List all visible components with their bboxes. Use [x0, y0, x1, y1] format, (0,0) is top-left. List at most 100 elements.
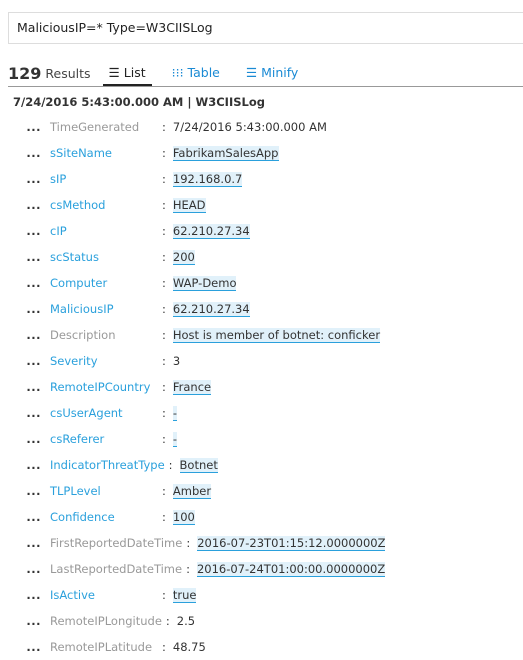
- more-options-icon[interactable]: ...: [0, 120, 50, 134]
- field-name[interactable]: csMethod: [50, 198, 158, 212]
- more-options-icon[interactable]: ...: [0, 458, 50, 472]
- field-name[interactable]: TLPLevel: [50, 484, 158, 498]
- more-options-icon[interactable]: ...: [0, 432, 50, 446]
- field-name[interactable]: csUserAgent: [50, 406, 158, 420]
- record-fields: ... TimeGenerated:7/24/2016 5:43:00.000 A…: [0, 114, 386, 660]
- list-icon: ☰: [108, 65, 120, 80]
- more-options-icon[interactable]: ...: [0, 146, 50, 160]
- separator: :: [168, 458, 173, 472]
- table-grid-icon: ⁝⁝⁝: [171, 65, 184, 80]
- tab-table[interactable]: ⁝⁝⁝ Table: [166, 60, 226, 86]
- field-value[interactable]: 62.210.27.34: [172, 301, 250, 317]
- field-name[interactable]: csReferer: [50, 432, 158, 446]
- more-options-icon[interactable]: ...: [0, 614, 50, 628]
- separator: :: [162, 276, 166, 290]
- tab-minify[interactable]: ☰ Minify: [240, 60, 304, 86]
- field-value[interactable]: true: [172, 587, 197, 603]
- field-row: ... Severity:3: [0, 348, 385, 374]
- field-name: Description: [50, 328, 116, 342]
- separator: :: [162, 484, 166, 498]
- field-row: ... RemoteIPLatitude:48.75: [0, 634, 385, 660]
- field-name[interactable]: IndicatorThreatType: [50, 458, 165, 472]
- more-options-icon[interactable]: ...: [0, 484, 50, 498]
- separator: :: [162, 302, 166, 316]
- separator: :: [162, 198, 166, 212]
- field-name[interactable]: IsActive: [50, 588, 158, 602]
- field-row: ... cIP:62.210.27.34: [0, 218, 385, 244]
- more-options-icon[interactable]: ...: [0, 536, 50, 550]
- more-options-icon[interactable]: ...: [0, 328, 50, 342]
- more-options-icon[interactable]: ...: [0, 380, 50, 394]
- more-options-icon[interactable]: ...: [0, 172, 50, 186]
- field-row: ... sSiteName: FabrikamSalesApp: [0, 140, 385, 166]
- field-row: ... Confidence:100: [0, 504, 385, 530]
- field-row: ... LastReportedDateTime:2016-07-24T01:00…: [0, 556, 386, 582]
- separator: :: [162, 640, 166, 654]
- separator: :: [186, 536, 191, 550]
- field-value[interactable]: 62.210.27.34: [172, 223, 250, 239]
- field-row: ... sIP:192.168.0.7: [0, 166, 385, 192]
- field-value[interactable]: WAP-Demo: [172, 275, 237, 291]
- field-row: ... scStatus:200: [0, 244, 385, 270]
- field-value[interactable]: Botnet: [179, 457, 218, 473]
- more-options-icon[interactable]: ...: [0, 588, 50, 602]
- more-options-icon[interactable]: ...: [0, 562, 50, 576]
- field-value[interactable]: HEAD: [172, 197, 206, 213]
- tab-label: List: [123, 65, 146, 80]
- more-options-icon[interactable]: ...: [0, 276, 50, 290]
- field-value[interactable]: France: [172, 379, 212, 395]
- more-options-icon[interactable]: ...: [0, 224, 50, 238]
- field-value: 3: [172, 354, 181, 368]
- field-name[interactable]: cIP: [50, 224, 158, 238]
- field-name[interactable]: Confidence: [50, 510, 158, 524]
- more-options-icon[interactable]: ...: [0, 640, 50, 654]
- separator: :: [162, 380, 166, 394]
- field-value[interactable]: Host is member of botnet: conficker: [172, 327, 381, 343]
- field-row: ... IsActive: true: [0, 582, 385, 608]
- minify-icon: ☰: [245, 65, 258, 80]
- separator: :: [162, 224, 166, 238]
- field-value[interactable]: Amber: [172, 483, 212, 499]
- record-header: 7/24/2016 5:43:00.000 AM | W3CIISLog: [13, 95, 265, 109]
- more-options-icon[interactable]: ...: [0, 510, 50, 524]
- field-value[interactable]: 200: [172, 249, 195, 265]
- field-value[interactable]: 2016-07-24T01:00:00.0000000Z: [196, 561, 386, 577]
- field-value[interactable]: 192.168.0.7: [172, 171, 243, 187]
- field-name[interactable]: Severity: [50, 354, 158, 368]
- tab-list[interactable]: ☰ List: [102, 60, 152, 86]
- field-name[interactable]: scStatus: [50, 250, 158, 264]
- separator: :: [162, 172, 166, 186]
- tab-label: Minify: [261, 65, 299, 80]
- results-count: 129: [8, 63, 42, 83]
- field-row: ... Computer: WAP-Demo: [0, 270, 385, 296]
- field-name: RemoteIPLongitude: [50, 614, 162, 628]
- search-input[interactable]: MaliciousIP=* Type=W3CIISLog: [8, 12, 523, 44]
- separator: :: [162, 432, 166, 446]
- field-value[interactable]: FabrikamSalesApp: [172, 145, 279, 161]
- more-options-icon[interactable]: ...: [0, 406, 50, 420]
- field-row: ... FirstReportedDateTime:2016-07-23T01:1…: [0, 530, 386, 556]
- separator: :: [162, 588, 166, 602]
- field-name[interactable]: MaliciousIP: [50, 302, 158, 316]
- more-options-icon[interactable]: ...: [0, 302, 50, 316]
- more-options-icon[interactable]: ...: [0, 354, 50, 368]
- field-row: ... csReferer: -: [0, 426, 385, 452]
- field-value[interactable]: -: [172, 431, 178, 447]
- field-name: TimeGenerated: [50, 120, 140, 134]
- field-row: ... IndicatorThreatType: Botnet: [0, 452, 385, 478]
- field-value: 2.5: [176, 614, 196, 628]
- more-options-icon[interactable]: ...: [0, 250, 50, 264]
- field-name[interactable]: sSiteName: [50, 146, 158, 160]
- field-value[interactable]: 2016-07-23T01:15:12.0000000Z: [197, 535, 386, 551]
- view-tabs: 129 Results ☰ List ⁝⁝⁝ Table ☰ Minify: [8, 60, 523, 87]
- more-options-icon[interactable]: ...: [0, 198, 50, 212]
- field-value[interactable]: -: [172, 405, 178, 421]
- field-name[interactable]: Computer: [50, 276, 158, 290]
- field-name[interactable]: sIP: [50, 172, 158, 186]
- field-value[interactable]: 100: [172, 509, 195, 525]
- separator: :: [186, 562, 190, 576]
- separator: :: [162, 406, 166, 420]
- field-name[interactable]: RemoteIPCountry: [50, 380, 158, 394]
- separator: :: [162, 250, 166, 264]
- field-row: ... csUserAgent: -: [0, 400, 385, 426]
